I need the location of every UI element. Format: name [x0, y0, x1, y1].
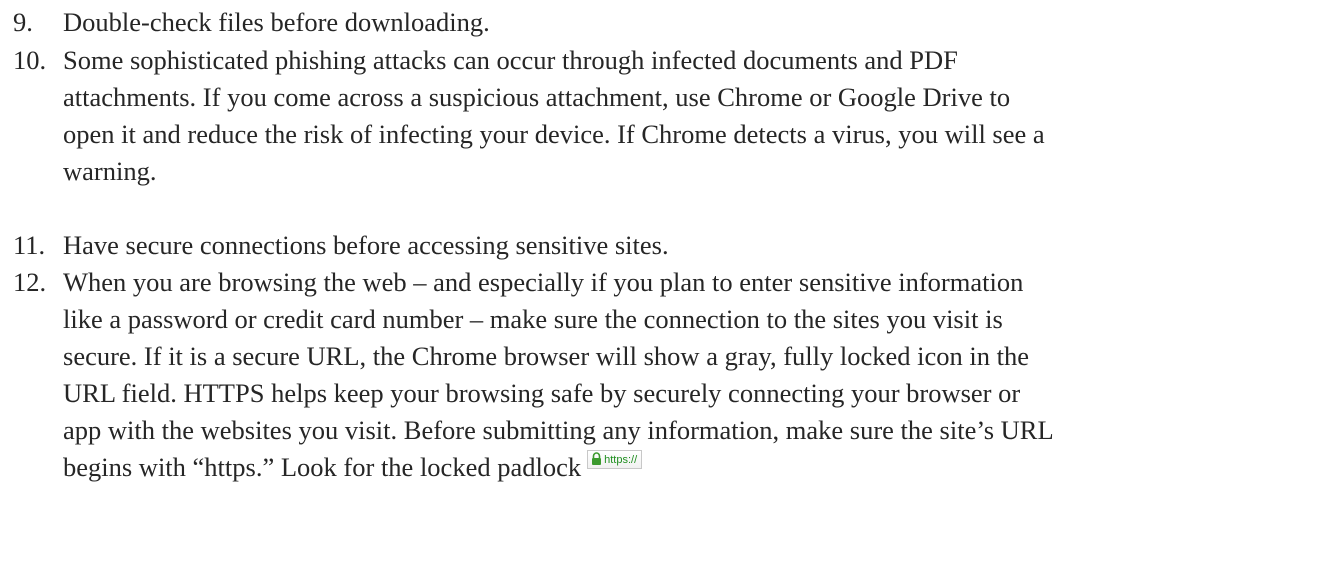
document-page: 9. Double-check files before downloading… [0, 0, 1322, 571]
text-line: begins with “https.” Look for the locked… [63, 452, 582, 482]
list-item-9: 9. Double-check files before downloading… [13, 4, 1313, 41]
list-item-11: 11. Have secure connections before acces… [13, 227, 1313, 264]
text-line-with-image: begins with “https.” Look for the locked… [63, 449, 1313, 486]
list-number: 10. [13, 45, 47, 75]
text-line: When you are browsing the web – and espe… [63, 267, 1024, 297]
text-line: Have secure connections before accessing… [63, 230, 669, 260]
list-item-text: Some sophisticated phishing attacks can … [63, 42, 1313, 190]
text-line: attachments. If you come across a suspic… [63, 82, 1011, 112]
padlock-url-text: https:// [604, 454, 638, 467]
text-line: Some sophisticated phishing attacks can … [63, 45, 958, 75]
list-number: 11. [13, 230, 46, 260]
list-item-text: Have secure connections before accessing… [63, 227, 1313, 264]
list-item-text: When you are browsing the web – and espe… [63, 264, 1313, 486]
text-line: warning. [63, 156, 157, 186]
list-item-10: 10. Some sophisticated phishing attacks … [13, 42, 1313, 190]
lock-icon [592, 452, 602, 466]
text-line: open it and reduce the risk of infecting… [63, 119, 1045, 149]
list-item-12: 12. When you are browsing the web – and … [13, 264, 1313, 486]
padlock-url-image: https:// [587, 450, 643, 470]
list-item-text: Double-check files before downloading. [63, 4, 1313, 41]
text-line: Double-check files before downloading. [63, 7, 490, 37]
text-line: like a password or credit card number – … [63, 304, 1003, 334]
text-line: secure. If it is a secure URL, the Chrom… [63, 341, 1029, 371]
list-number: 9. [13, 7, 33, 37]
text-line: URL field. HTTPS helps keep your browsin… [63, 378, 1021, 408]
list-number: 12. [13, 267, 47, 297]
text-line: app with the websites you visit. Before … [63, 415, 1054, 445]
